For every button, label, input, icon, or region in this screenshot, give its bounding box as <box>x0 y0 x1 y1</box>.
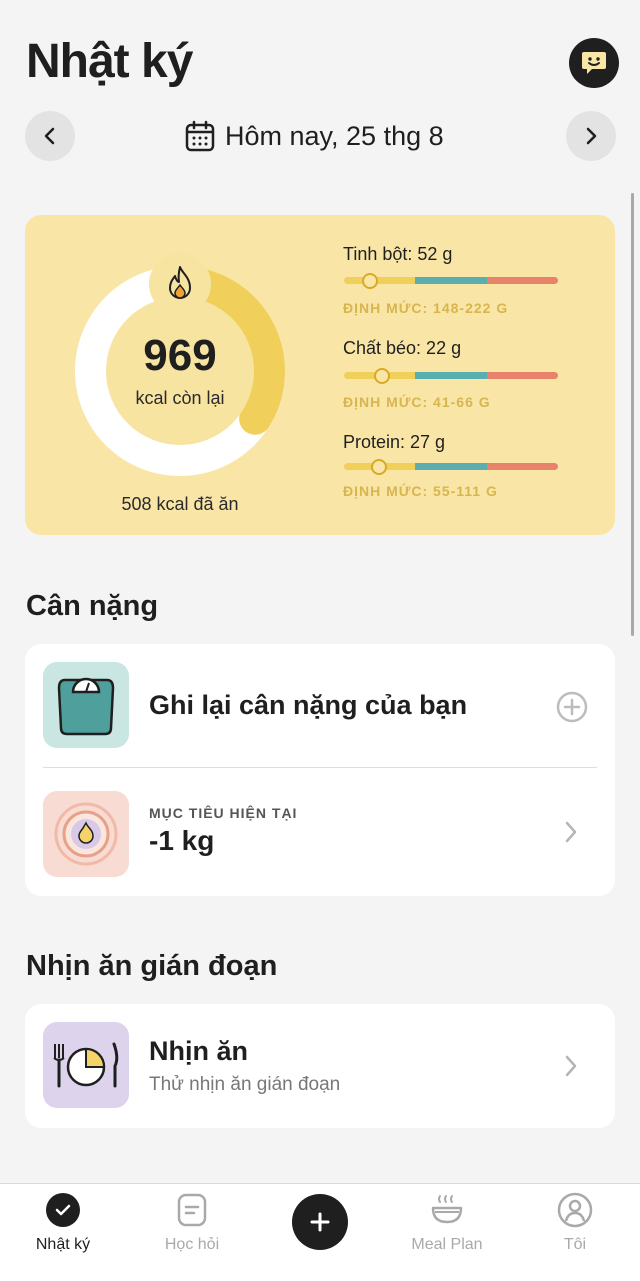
fat-indicator <box>374 368 390 384</box>
scale-tile <box>43 662 129 748</box>
eaten-kcal-label: 508 kcal đã ăn <box>121 494 239 514</box>
page-title: Nhật ký <box>26 35 193 88</box>
target-icon <box>54 802 118 866</box>
fasting-subtitle: Thử nhịn ăn gián đoạn <box>149 1074 341 1095</box>
chevron-right-icon <box>586 127 597 145</box>
note-icon <box>177 1193 207 1227</box>
nav-label: Meal Plan <box>411 1236 483 1253</box>
carbs-range: ĐỊNH MỨC: 148-222 G <box>343 300 509 316</box>
remaining-kcal-label: kcal còn lại <box>135 387 225 408</box>
chat-button[interactable] <box>569 38 619 88</box>
nav-label: Học hỏi <box>164 1236 220 1253</box>
date-label: Hôm nay, 25 thg 8 <box>225 120 444 151</box>
plus-circle-icon <box>556 691 588 723</box>
nav-diary[interactable]: Nhật ký <box>8 1192 118 1254</box>
protein-indicator <box>371 459 387 475</box>
date-selector[interactable]: Hôm nay, 25 thg 8 <box>185 113 444 159</box>
nav-label: Nhật ký <box>35 1236 91 1253</box>
scrollbar[interactable] <box>631 193 634 636</box>
goal-chevron-icon <box>562 819 580 850</box>
fasting-section-title: Nhịn ăn gián đoạn <box>26 950 278 982</box>
scale-icon <box>57 677 115 736</box>
chat-smile-icon <box>582 52 606 74</box>
log-weight-label: Ghi lại cân nặng của bạn <box>149 690 468 720</box>
goal-tile <box>43 791 129 877</box>
nav-profile[interactable]: Tôi <box>520 1192 630 1254</box>
remaining-kcal-value: 969 <box>143 330 217 380</box>
add-weight-button[interactable] <box>556 691 588 728</box>
goal-caption: MỤC TIÊU HIỆN TẠI <box>149 805 298 821</box>
carbs-indicator <box>362 273 378 289</box>
fasting-tile <box>43 1022 129 1108</box>
nav-label: Tôi <box>563 1236 587 1253</box>
protein-label: Protein: 27 g <box>343 432 446 452</box>
protein-range: ĐỊNH MỨC: 55-111 G <box>343 483 498 499</box>
calorie-ring-center: 969 kcal còn lại <box>106 297 254 445</box>
weight-section-title: Cân nặng <box>26 590 159 622</box>
flame-icon <box>169 266 191 299</box>
add-entry-button[interactable] <box>292 1194 348 1250</box>
nav-meal-plan[interactable]: Meal Plan <box>392 1192 502 1254</box>
carbs-label: Tinh bột: 52 g <box>343 244 453 264</box>
next-day-button[interactable] <box>566 111 616 161</box>
fat-label: Chất béo: 22 g <box>343 338 462 358</box>
fasting-chevron-icon <box>562 1053 580 1084</box>
goal-value: -1 kg <box>149 825 215 856</box>
calendar-icon <box>185 120 215 152</box>
plus-icon <box>310 1212 330 1232</box>
nav-learn[interactable]: Học hỏi <box>137 1192 247 1254</box>
chevron-left-icon <box>44 127 55 145</box>
prev-day-button[interactable] <box>25 111 75 161</box>
fat-range: ĐỊNH MỨC: 41-66 G <box>343 394 491 410</box>
flame-badge <box>149 253 211 315</box>
fasting-title: Nhịn ăn <box>149 1036 248 1066</box>
check-circle-icon <box>46 1193 80 1227</box>
user-icon <box>557 1192 593 1228</box>
plate-clock-icon <box>53 1042 119 1088</box>
bowl-icon <box>431 1195 463 1224</box>
